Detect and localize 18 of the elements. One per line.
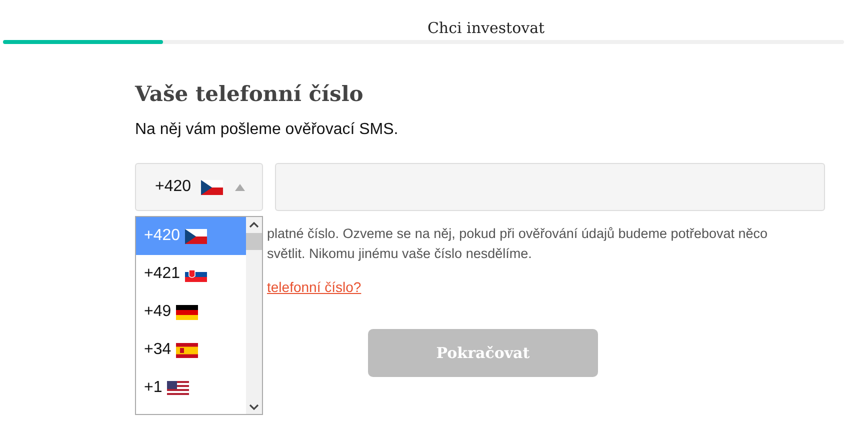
flag-icon [167,380,190,396]
select-value: +420 [155,177,192,197]
scrollbar-thumb[interactable] [246,233,262,250]
phone-input[interactable] [275,163,825,211]
scroll-up-icon[interactable] [249,221,259,229]
flag-icon [185,228,208,244]
flag-icon [176,304,198,320]
scroll-down-icon[interactable] [249,403,259,411]
subtitle: Na něj vám pošleme ověřovací SMS. [135,120,400,140]
hint-line: světlit. Nikomu jinému vaše číslo nesdělíme. [267,245,533,263]
heading: Vaše telefonní číslo [135,80,364,108]
phone-help-link[interactable]: telefonní číslo? [267,277,362,297]
page-title: Chci investovat [427,18,545,38]
hint-line: platné číslo. Ozveme se na něj, pokud při ověřování údajů budeme potřebovat něco [267,225,769,243]
flag-icon [201,180,224,194]
country-select[interactable]: +420 [135,163,263,211]
scrollbar[interactable] [246,217,262,414]
flag-icon [176,342,198,358]
